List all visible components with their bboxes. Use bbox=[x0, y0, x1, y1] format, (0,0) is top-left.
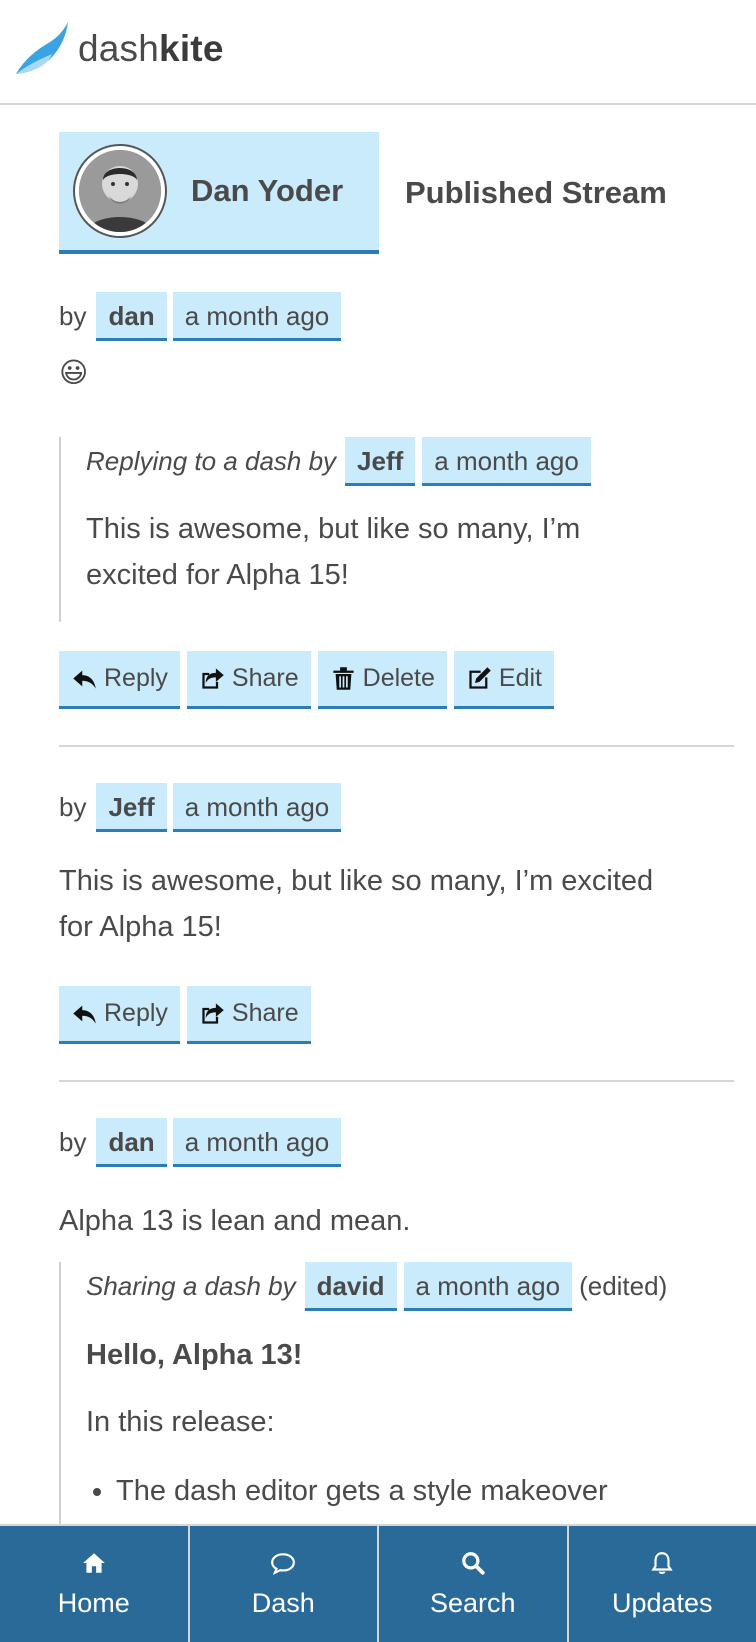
reply-quote: Replying to a dash by Jeff a month ago T… bbox=[59, 437, 734, 622]
timestamp-tag[interactable]: a month ago bbox=[172, 292, 342, 341]
bell-icon bbox=[651, 1551, 673, 1574]
tab-search[interactable]: Search bbox=[377, 1526, 567, 1642]
delete-button[interactable]: Delete bbox=[317, 651, 447, 709]
quote-text-line: excited for Alpha 15! bbox=[86, 559, 349, 591]
post-text: This is awesome, but like so many, I’m e… bbox=[59, 858, 653, 950]
edit-icon bbox=[469, 667, 491, 689]
quote-intro: Sharing a dash by bbox=[86, 1271, 296, 1301]
edit-button[interactable]: Edit bbox=[453, 651, 554, 709]
post-text-line: for Alpha 15! bbox=[59, 911, 222, 943]
stream-title: Published Stream bbox=[405, 175, 667, 210]
quote-text-line: This is awesome, but like so many, I’m bbox=[86, 513, 581, 545]
reply-button[interactable]: Reply bbox=[59, 651, 180, 709]
post-emoji: 😃 bbox=[59, 357, 89, 388]
profile-card[interactable]: Dan Yoder bbox=[59, 132, 379, 254]
by-label: by bbox=[59, 301, 87, 331]
logo-text: dashkite bbox=[78, 28, 224, 69]
tab-updates[interactable]: Updates bbox=[566, 1526, 756, 1642]
share-button[interactable]: Share bbox=[186, 986, 311, 1044]
by-label: by bbox=[59, 792, 87, 822]
tab-label: Search bbox=[429, 1587, 516, 1618]
author-tag[interactable]: dan bbox=[96, 1118, 167, 1167]
search-icon bbox=[461, 1551, 485, 1575]
quote-timestamp-tag[interactable]: a month ago bbox=[422, 437, 591, 486]
edited-label: (edited) bbox=[579, 1271, 668, 1301]
edit-label: Edit bbox=[498, 664, 542, 692]
profile-name: Dan Yoder bbox=[191, 173, 344, 208]
share-label: Share bbox=[231, 664, 299, 692]
tab-dash[interactable]: Dash bbox=[187, 1526, 378, 1642]
quote-text: This is awesome, but like so many, I’m e… bbox=[86, 506, 734, 598]
post-text: Alpha 13 is lean and mean. bbox=[59, 1205, 411, 1237]
post-byline: by dan a month ago bbox=[59, 1118, 342, 1167]
post-byline: by Jeff a month ago bbox=[59, 783, 342, 832]
share-icon bbox=[202, 1003, 224, 1024]
post-actions: Reply Share bbox=[59, 986, 311, 1044]
quote-heading: Hello, Alpha 13! bbox=[86, 1339, 303, 1371]
post-byline: by dan a month ago bbox=[59, 292, 342, 341]
post-text-line: This is awesome, but like so many, I’m e… bbox=[59, 865, 654, 897]
quote-header: Replying to a dash by Jeff a month ago bbox=[86, 437, 734, 486]
by-label: by bbox=[59, 1127, 87, 1157]
delete-label: Delete bbox=[362, 664, 435, 692]
post-divider bbox=[59, 745, 734, 747]
share-label: Share bbox=[231, 999, 299, 1027]
speech-bubble-icon bbox=[271, 1552, 296, 1575]
bottom-tab-bar: Home Dash Search Updates bbox=[0, 1524, 756, 1642]
avatar bbox=[75, 146, 165, 236]
quote-header: Sharing a dash by david a month ago (edi… bbox=[86, 1262, 734, 1311]
trash-icon bbox=[333, 667, 354, 690]
reply-icon bbox=[73, 1005, 96, 1024]
quote-intro: Replying to a dash by bbox=[86, 446, 337, 476]
dashkite-logo[interactable]: dashkite bbox=[14, 20, 224, 78]
tab-label: Updates bbox=[611, 1587, 713, 1618]
quote-author-tag[interactable]: david bbox=[304, 1262, 397, 1311]
dashkite-logo-icon bbox=[16, 22, 68, 74]
tab-home[interactable]: Home bbox=[0, 1526, 188, 1642]
author-tag[interactable]: Jeff bbox=[96, 783, 167, 832]
quote-list: The dash editor gets a style makeover bbox=[86, 1475, 734, 1508]
post-actions: Reply Share Delete Edit bbox=[59, 651, 554, 709]
tab-label: Home bbox=[57, 1587, 130, 1618]
author-tag[interactable]: dan bbox=[96, 292, 167, 341]
reply-label: Reply bbox=[104, 999, 168, 1027]
quote-paragraph: In this release: bbox=[86, 1406, 275, 1438]
reply-label: Reply bbox=[104, 664, 168, 692]
timestamp-tag[interactable]: a month ago bbox=[172, 1118, 342, 1167]
list-item: The dash editor gets a style makeover bbox=[116, 1475, 734, 1508]
share-button[interactable]: Share bbox=[186, 651, 311, 709]
reply-icon bbox=[73, 670, 96, 689]
post-divider bbox=[59, 1080, 734, 1082]
tab-label: Dash bbox=[251, 1587, 315, 1618]
timestamp-tag[interactable]: a month ago bbox=[172, 783, 342, 832]
app-header: dashkite bbox=[0, 0, 756, 105]
quote-timestamp-tag[interactable]: a month ago bbox=[403, 1262, 573, 1311]
home-icon bbox=[82, 1552, 105, 1573]
reply-button[interactable]: Reply bbox=[59, 986, 180, 1044]
profile-row: Dan Yoder Published Stream bbox=[59, 132, 667, 254]
share-icon bbox=[202, 668, 224, 689]
quote-author-tag[interactable]: Jeff bbox=[345, 437, 416, 486]
